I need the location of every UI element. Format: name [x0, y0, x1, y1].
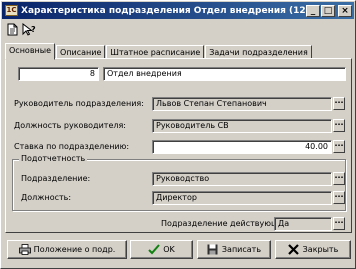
svg-text:?: ? [31, 25, 36, 34]
subordination-group: Подотчетность Подразделение: Руководство… [12, 154, 346, 211]
head-position-select-button[interactable]: ... [333, 119, 345, 132]
rate-label: Ставка по подразделению: [14, 142, 130, 151]
close-button[interactable]: Закрыть [275, 240, 351, 259]
head-label: Руководитель подразделения: [14, 99, 144, 108]
head-position-label: Должность руководителя: [14, 121, 126, 130]
head-position-field[interactable]: Руководитель СВ [152, 119, 332, 133]
calculator-button[interactable]: ... [333, 140, 345, 153]
minimize-button[interactable]: _ [306, 4, 320, 17]
name-field[interactable]: Отдел внедрения [103, 67, 346, 81]
subordination-title: Подотчетность [19, 154, 88, 163]
printer-icon [18, 244, 31, 256]
close-icon [288, 244, 300, 256]
toolbar: ? [5, 22, 36, 38]
close-window-button[interactable]: × [338, 4, 352, 17]
maximize-button[interactable]: □ [321, 4, 335, 17]
dialog-window: 1С Характеристика подразделения Отдел вн… [0, 0, 356, 269]
rate-field[interactable]: 40.00 [152, 140, 332, 154]
page-icon[interactable] [5, 22, 19, 36]
position-label: Должность: [21, 193, 72, 202]
position-select-button[interactable]: ... [333, 191, 345, 204]
save-button-label: Записать [221, 245, 262, 254]
check-icon [148, 244, 160, 256]
active-select-button[interactable]: ... [333, 217, 345, 230]
code-field[interactable]: 8 [18, 67, 99, 81]
close-button-label: Закрыть [302, 245, 339, 254]
dept-field[interactable]: Руководство [152, 172, 332, 186]
main-panel: 8 Отдел внедрения Руководитель подраздел… [5, 58, 352, 233]
position-field[interactable]: Директор [152, 191, 332, 205]
ok-button[interactable]: OK [130, 240, 193, 259]
head-select-button[interactable]: ... [333, 97, 345, 110]
window-title: Характеристика подразделения Отдел внедр… [21, 5, 306, 16]
active-field[interactable]: Да [274, 217, 332, 231]
tab-strip: Основные Описание Штатное расписание Зад… [5, 43, 313, 60]
dept-select-button[interactable]: ... [333, 172, 345, 185]
tab-main[interactable]: Основные [5, 43, 56, 60]
save-button[interactable]: Записать [197, 240, 271, 259]
ok-button-label: OK [163, 245, 175, 254]
active-label: Подразделение действующее: [161, 219, 292, 228]
title-bar[interactable]: 1С Характеристика подразделения Отдел вн… [2, 2, 354, 19]
regulation-button-label: Положение о подр. [33, 245, 116, 254]
dept-label: Подразделение: [21, 174, 91, 183]
help-cursor-icon[interactable]: ? [22, 22, 36, 36]
regulation-button[interactable]: Положение о подр. [7, 240, 127, 259]
head-field[interactable]: Львов Степан Степанович [152, 97, 332, 111]
floppy-disk-icon [207, 244, 219, 256]
app-icon: 1С [5, 5, 18, 16]
